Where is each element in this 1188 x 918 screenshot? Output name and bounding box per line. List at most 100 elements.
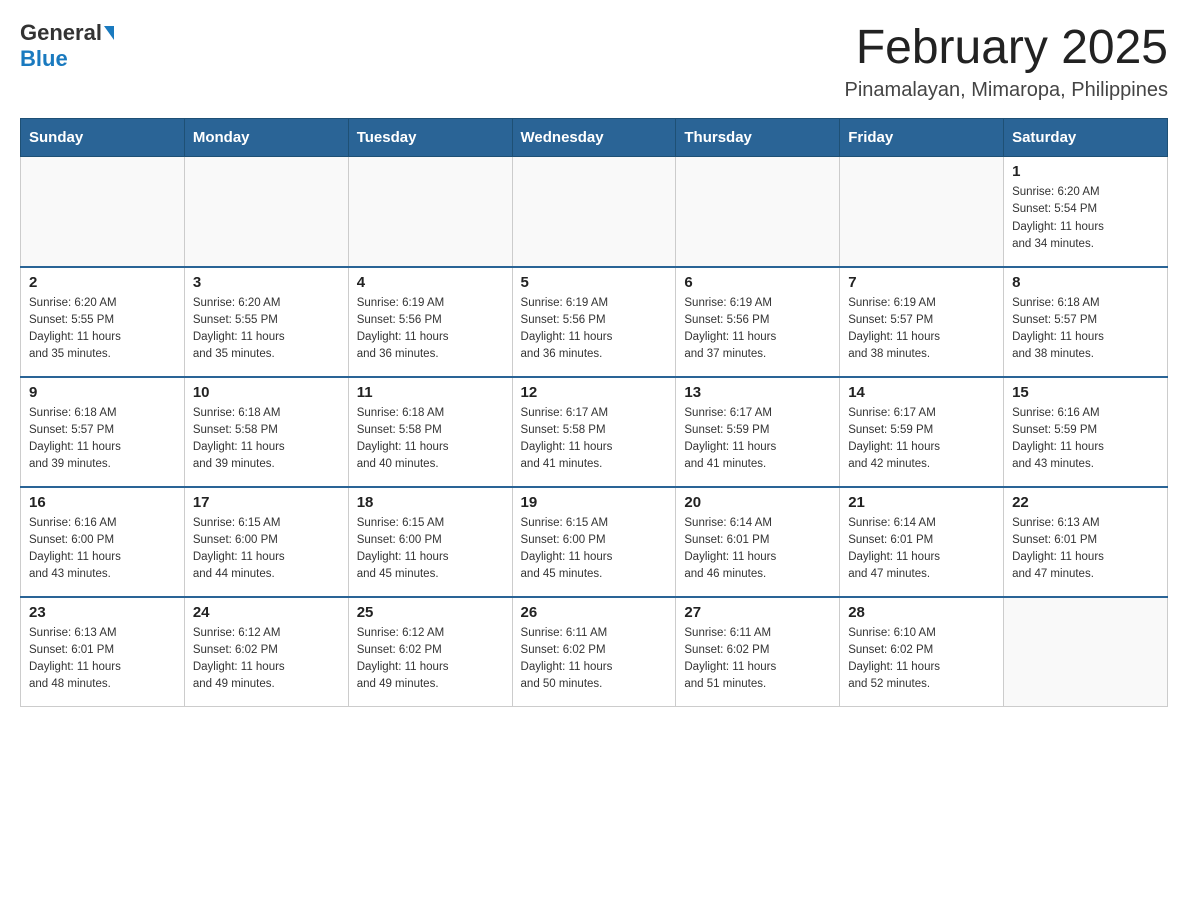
- calendar-header-row: SundayMondayTuesdayWednesdayThursdayFrid…: [21, 119, 1168, 157]
- calendar-table: SundayMondayTuesdayWednesdayThursdayFrid…: [20, 118, 1168, 707]
- calendar-week-row-1: 1 Sunrise: 6:20 AM Sunset: 5:54 PM Daylig…: [21, 157, 1168, 267]
- calendar-cell: 10 Sunrise: 6:18 AM Sunset: 5:58 PM Dayli…: [184, 377, 348, 487]
- day-info: Sunrise: 6:12 AM Sunset: 6:02 PM Dayligh…: [193, 625, 340, 694]
- logo-blue-text: Blue: [20, 46, 68, 71]
- day-number: 20: [684, 494, 831, 511]
- calendar-cell: 12 Sunrise: 6:17 AM Sunset: 5:58 PM Dayli…: [512, 377, 676, 487]
- calendar-cell: 2 Sunrise: 6:20 AM Sunset: 5:55 PM Daylig…: [21, 267, 185, 377]
- day-info: Sunrise: 6:10 AM Sunset: 6:02 PM Dayligh…: [848, 625, 995, 694]
- calendar-cell: 28 Sunrise: 6:10 AM Sunset: 6:02 PM Dayli…: [840, 597, 1004, 707]
- calendar-cell: 6 Sunrise: 6:19 AM Sunset: 5:56 PM Daylig…: [676, 267, 840, 377]
- calendar-cell: [21, 157, 185, 267]
- logo: General Blue: [20, 20, 114, 72]
- day-info: Sunrise: 6:13 AM Sunset: 6:01 PM Dayligh…: [29, 625, 176, 694]
- day-info: Sunrise: 6:18 AM Sunset: 5:57 PM Dayligh…: [1012, 295, 1159, 364]
- day-number: 9: [29, 384, 176, 401]
- day-info: Sunrise: 6:20 AM Sunset: 5:54 PM Dayligh…: [1012, 184, 1159, 253]
- day-info: Sunrise: 6:19 AM Sunset: 5:56 PM Dayligh…: [521, 295, 668, 364]
- calendar-header-tuesday: Tuesday: [348, 119, 512, 157]
- calendar-cell: 23 Sunrise: 6:13 AM Sunset: 6:01 PM Dayli…: [21, 597, 185, 707]
- day-info: Sunrise: 6:17 AM Sunset: 5:58 PM Dayligh…: [521, 405, 668, 474]
- day-info: Sunrise: 6:19 AM Sunset: 5:56 PM Dayligh…: [684, 295, 831, 364]
- day-number: 1: [1012, 163, 1159, 180]
- calendar-cell: 19 Sunrise: 6:15 AM Sunset: 6:00 PM Dayli…: [512, 487, 676, 597]
- day-number: 4: [357, 274, 504, 291]
- day-number: 23: [29, 604, 176, 621]
- calendar-cell: 14 Sunrise: 6:17 AM Sunset: 5:59 PM Dayli…: [840, 377, 1004, 487]
- day-info: Sunrise: 6:15 AM Sunset: 6:00 PM Dayligh…: [357, 515, 504, 584]
- day-number: 17: [193, 494, 340, 511]
- calendar-cell: 24Sunrise: 6:12 AM Sunset: 6:02 PM Dayli…: [184, 597, 348, 707]
- day-number: 15: [1012, 384, 1159, 401]
- day-info: Sunrise: 6:12 AM Sunset: 6:02 PM Dayligh…: [357, 625, 504, 694]
- calendar-cell: 4 Sunrise: 6:19 AM Sunset: 5:56 PM Daylig…: [348, 267, 512, 377]
- day-number: 12: [521, 384, 668, 401]
- day-info: Sunrise: 6:16 AM Sunset: 6:00 PM Dayligh…: [29, 515, 176, 584]
- day-info: Sunrise: 6:20 AM Sunset: 5:55 PM Dayligh…: [193, 295, 340, 364]
- day-info: Sunrise: 6:15 AM Sunset: 6:00 PM Dayligh…: [193, 515, 340, 584]
- calendar-week-row-2: 2 Sunrise: 6:20 AM Sunset: 5:55 PM Daylig…: [21, 267, 1168, 377]
- day-info: Sunrise: 6:18 AM Sunset: 5:58 PM Dayligh…: [193, 405, 340, 474]
- day-number: 13: [684, 384, 831, 401]
- day-number: 22: [1012, 494, 1159, 511]
- calendar-header-sunday: Sunday: [21, 119, 185, 157]
- title-block: February 2025 Pinamalayan, Mimaropa, Phi…: [845, 20, 1169, 102]
- calendar-cell: 8Sunrise: 6:18 AM Sunset: 5:57 PM Daylig…: [1004, 267, 1168, 377]
- calendar-cell: [1004, 597, 1168, 707]
- day-info: Sunrise: 6:17 AM Sunset: 5:59 PM Dayligh…: [684, 405, 831, 474]
- calendar-cell: 17 Sunrise: 6:15 AM Sunset: 6:00 PM Dayli…: [184, 487, 348, 597]
- calendar-cell: [676, 157, 840, 267]
- calendar-cell: [348, 157, 512, 267]
- calendar-week-row-4: 16 Sunrise: 6:16 AM Sunset: 6:00 PM Dayli…: [21, 487, 1168, 597]
- day-info: Sunrise: 6:20 AM Sunset: 5:55 PM Dayligh…: [29, 295, 176, 364]
- day-number: 14: [848, 384, 995, 401]
- day-number: 21: [848, 494, 995, 511]
- day-number: 5: [521, 274, 668, 291]
- calendar-week-row-5: 23 Sunrise: 6:13 AM Sunset: 6:01 PM Dayli…: [21, 597, 1168, 707]
- day-number: 28: [848, 604, 995, 621]
- main-title: February 2025: [845, 20, 1169, 75]
- calendar-cell: 11 Sunrise: 6:18 AM Sunset: 5:58 PM Dayli…: [348, 377, 512, 487]
- calendar-header-thursday: Thursday: [676, 119, 840, 157]
- calendar-cell: 21 Sunrise: 6:14 AM Sunset: 6:01 PM Dayli…: [840, 487, 1004, 597]
- calendar-cell: 25 Sunrise: 6:12 AM Sunset: 6:02 PM Dayli…: [348, 597, 512, 707]
- day-info: Sunrise: 6:14 AM Sunset: 6:01 PM Dayligh…: [848, 515, 995, 584]
- calendar-header-friday: Friday: [840, 119, 1004, 157]
- day-number: 19: [521, 494, 668, 511]
- day-number: 25: [357, 604, 504, 621]
- day-info: Sunrise: 6:19 AM Sunset: 5:57 PM Dayligh…: [848, 295, 995, 364]
- logo-arrow-icon: [104, 26, 114, 40]
- calendar-header-saturday: Saturday: [1004, 119, 1168, 157]
- calendar-cell: 27Sunrise: 6:11 AM Sunset: 6:02 PM Dayli…: [676, 597, 840, 707]
- day-number: 11: [357, 384, 504, 401]
- calendar-cell: [840, 157, 1004, 267]
- day-number: 2: [29, 274, 176, 291]
- calendar-header-monday: Monday: [184, 119, 348, 157]
- day-info: Sunrise: 6:17 AM Sunset: 5:59 PM Dayligh…: [848, 405, 995, 474]
- calendar-week-row-3: 9Sunrise: 6:18 AM Sunset: 5:57 PM Daylig…: [21, 377, 1168, 487]
- day-info: Sunrise: 6:19 AM Sunset: 5:56 PM Dayligh…: [357, 295, 504, 364]
- day-number: 16: [29, 494, 176, 511]
- calendar-cell: 18Sunrise: 6:15 AM Sunset: 6:00 PM Dayli…: [348, 487, 512, 597]
- calendar-cell: 7Sunrise: 6:19 AM Sunset: 5:57 PM Daylig…: [840, 267, 1004, 377]
- day-number: 6: [684, 274, 831, 291]
- calendar-cell: 13 Sunrise: 6:17 AM Sunset: 5:59 PM Dayli…: [676, 377, 840, 487]
- day-number: 10: [193, 384, 340, 401]
- day-info: Sunrise: 6:13 AM Sunset: 6:01 PM Dayligh…: [1012, 515, 1159, 584]
- calendar-cell: 5 Sunrise: 6:19 AM Sunset: 5:56 PM Daylig…: [512, 267, 676, 377]
- calendar-header-wednesday: Wednesday: [512, 119, 676, 157]
- day-number: 27: [684, 604, 831, 621]
- day-info: Sunrise: 6:18 AM Sunset: 5:58 PM Dayligh…: [357, 405, 504, 474]
- calendar-cell: 20Sunrise: 6:14 AM Sunset: 6:01 PM Dayli…: [676, 487, 840, 597]
- calendar-cell: 16 Sunrise: 6:16 AM Sunset: 6:00 PM Dayli…: [21, 487, 185, 597]
- logo-general-text: General: [20, 20, 102, 46]
- calendar-cell: [184, 157, 348, 267]
- calendar-cell: 3 Sunrise: 6:20 AM Sunset: 5:55 PM Daylig…: [184, 267, 348, 377]
- day-info: Sunrise: 6:16 AM Sunset: 5:59 PM Dayligh…: [1012, 405, 1159, 474]
- calendar-cell: 26Sunrise: 6:11 AM Sunset: 6:02 PM Dayli…: [512, 597, 676, 707]
- day-number: 3: [193, 274, 340, 291]
- day-info: Sunrise: 6:15 AM Sunset: 6:00 PM Dayligh…: [521, 515, 668, 584]
- calendar-cell: 1 Sunrise: 6:20 AM Sunset: 5:54 PM Daylig…: [1004, 157, 1168, 267]
- calendar-cell: [512, 157, 676, 267]
- day-info: Sunrise: 6:11 AM Sunset: 6:02 PM Dayligh…: [521, 625, 668, 694]
